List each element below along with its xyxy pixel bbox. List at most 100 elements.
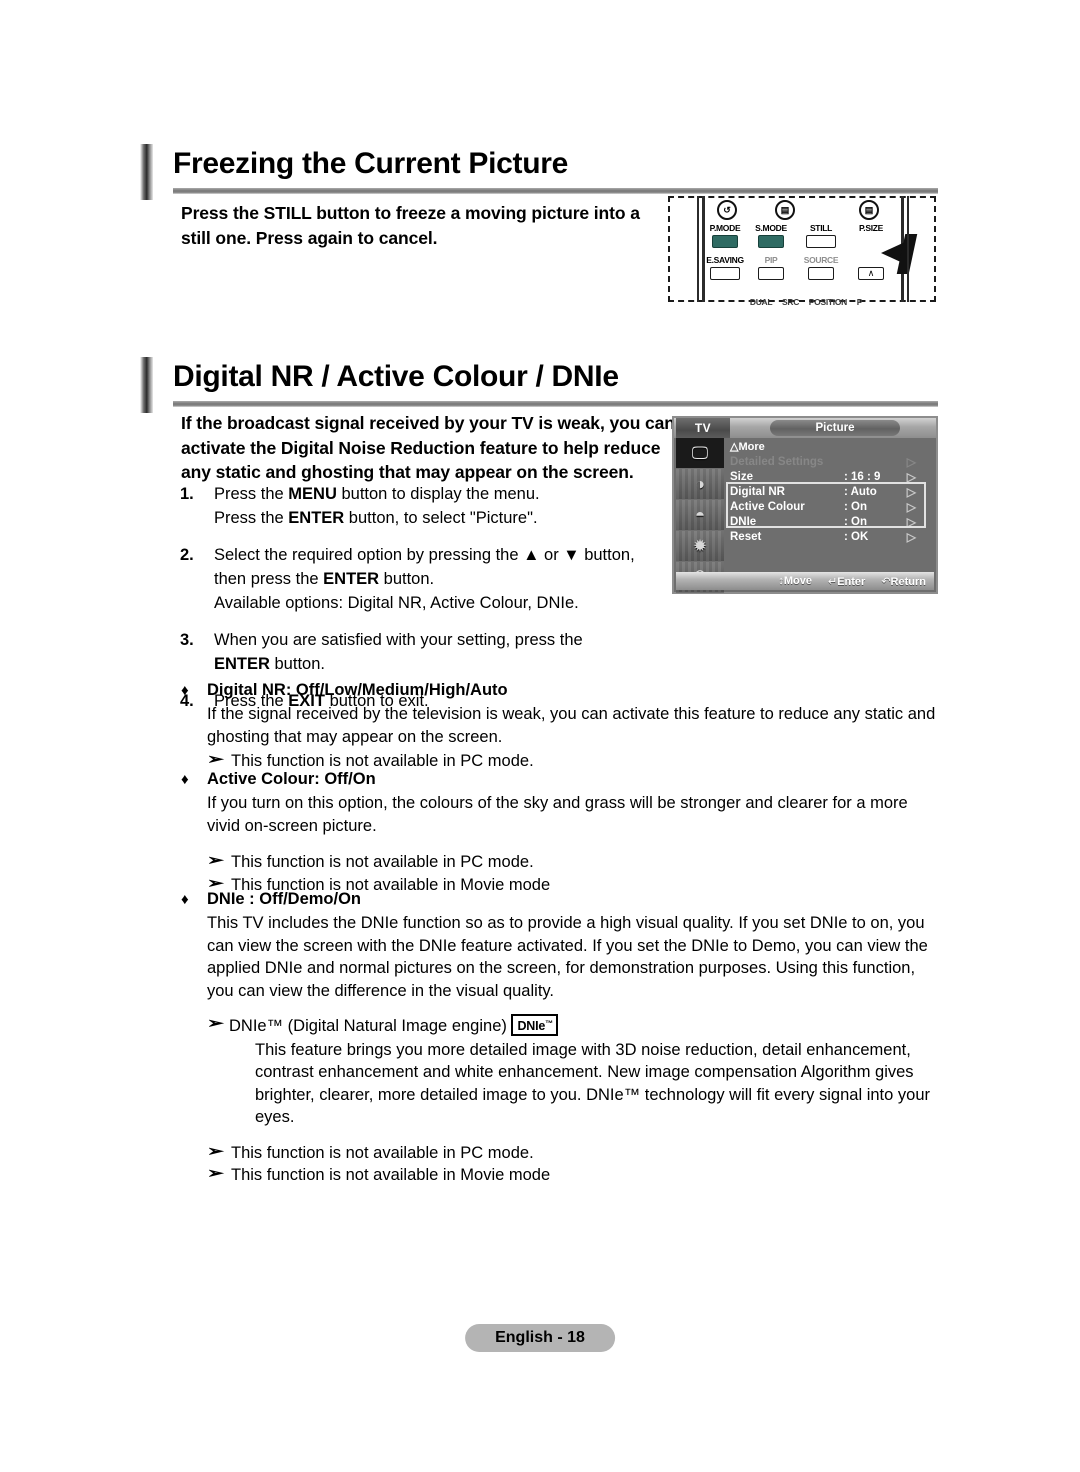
step-number: 2.	[180, 546, 194, 564]
page-title-freezing: Freezing the Current Picture	[173, 147, 569, 180]
osd-row-label: Active Colour	[730, 501, 805, 513]
page-title-digitalnr: Digital NR / Active Colour / DNIe	[173, 360, 619, 393]
dnie-badge-tm: ™	[545, 1019, 553, 1028]
heading-accent-bar	[140, 144, 153, 200]
arrow-note-icon: ➢	[207, 1015, 224, 1032]
step-1: 1. Press the MENU button to display the …	[180, 482, 680, 530]
remote-ghost-label: P	[856, 297, 863, 307]
chevron-right-icon: ▷	[906, 500, 916, 514]
note-text: This function is not available in PC mod…	[231, 853, 534, 871]
remote-key-still[interactable]	[806, 235, 836, 248]
dnie-logo-badge: DNIe™	[511, 1014, 558, 1036]
intro-line: any static and ghosting that may appear …	[181, 462, 634, 482]
heading-rule	[173, 401, 938, 407]
osd-row-value: : Auto	[844, 486, 877, 498]
pointer-cursor-tail-icon	[896, 234, 918, 274]
remote-label-still: STILL	[809, 223, 833, 233]
osd-footer-label: Enter	[837, 575, 866, 588]
bullet-heading: ♦ Digital NR: Off/Low/Medium/High/Auto	[181, 679, 941, 701]
intro-line: If the broadcast signal received by your…	[181, 413, 675, 433]
remote-key-smode[interactable]	[758, 235, 784, 248]
dnie-desc-line: eyes.	[255, 1108, 295, 1126]
step-line: Select the required option by pressing t…	[214, 546, 635, 564]
diamond-bullet-icon: ♦	[181, 771, 189, 788]
osd-row-dnie[interactable]: DNIe : On ▷	[726, 515, 934, 530]
arrow-note-icon: ➢	[207, 852, 224, 869]
step-line: When you are satisfied with your setting…	[214, 631, 583, 649]
bullet-body-line: ghosting that may appear on the screen.	[207, 727, 503, 746]
chevron-right-icon: ▷	[906, 455, 916, 469]
bullet-heading: ♦ Active Colour: Off/On	[181, 768, 941, 790]
note-text: This function is not available in PC mod…	[231, 1143, 534, 1162]
remote-key-pip[interactable]	[758, 267, 784, 280]
osd-row-label: Detailed Settings	[730, 456, 824, 468]
diamond-bullet-icon: ♦	[181, 682, 189, 699]
picture-icon: 🖵	[691, 443, 709, 463]
note-text: This function is not available in Movie …	[231, 1166, 551, 1184]
osd-row-reset[interactable]: Reset : OK ▷	[726, 530, 934, 545]
osd-row-active-colour[interactable]: Active Colour : On ▷	[726, 500, 934, 515]
note-item: ➢ This function is not available in Movi…	[207, 1164, 941, 1187]
osd-sidebar-item-channel[interactable]: ◓	[676, 500, 724, 531]
osd-footer-move: ↕Move	[778, 575, 812, 587]
remote-control-figure: ↺ ▤ ▤ P.MODE S.MODE STILL P.SIZE E.SAVIN…	[668, 196, 936, 307]
osd-sidebar-item-sound[interactable]: ◑	[676, 469, 724, 500]
osd-menu-title: Picture	[770, 420, 900, 436]
remote-key-esaving[interactable]	[710, 267, 740, 280]
intro-line: still one. Press again to cancel.	[181, 227, 438, 248]
tv-osd-menu-figure: TV Picture 🖵 ◑ ◓ ✹ ⚲ △More Detailed Sett…	[672, 416, 938, 594]
osd-sidebar-item-picture[interactable]: 🖵	[676, 438, 724, 469]
teletext-icon: ▤	[775, 200, 795, 220]
osd-menu-list: △More Detailed Settings ▷ Size : 16 : 9 …	[726, 440, 934, 545]
sound-icon: ◑	[694, 474, 706, 494]
chevron-right-icon: ▷	[906, 530, 916, 544]
osd-footer-bar: ↕Move ↵Enter ↶Return	[676, 572, 934, 590]
intro-line: activate the Digital Noise Reduction fea…	[181, 437, 661, 458]
bullet-body-line: can view the screen with the DNIe featur…	[207, 936, 928, 955]
step-line: Available options: Digital NR, Active Co…	[214, 594, 579, 612]
dnie-desc-line: contrast enhancement and white enhanceme…	[255, 1063, 914, 1081]
osd-more-label: △More	[730, 441, 765, 453]
intro-digitalnr: If the broadcast signal received by your…	[181, 411, 681, 485]
return-arrow-icon: ↶	[881, 575, 891, 588]
heading-rule	[173, 188, 938, 194]
step-line: Press the MENU button to display the men…	[214, 485, 540, 503]
step-line: Press the ENTER button, to select "Pictu…	[214, 509, 538, 527]
chevron-right-icon: ▷	[906, 485, 916, 499]
note-item: ➢ This function is not available in PC m…	[207, 1142, 941, 1165]
osd-row-value: : OK	[844, 531, 869, 543]
bullet-heading-text: Active Colour: Off/On	[207, 770, 376, 788]
osd-sidebar-item-setup[interactable]: ✹	[676, 531, 724, 562]
remote-key-up[interactable]: ∧	[858, 267, 884, 280]
list-icon: ▤	[859, 200, 879, 220]
step-2: 2. Select the required option by pressin…	[180, 543, 680, 615]
osd-row-label: Digital NR	[730, 486, 785, 498]
remote-body: ↺ ▤ ▤ P.MODE S.MODE STILL P.SIZE E.SAVIN…	[697, 196, 918, 307]
osd-row-digital-nr[interactable]: Digital NR : Auto ▷	[726, 485, 934, 500]
osd-row-value: : On	[844, 501, 867, 513]
note-item: ➢ This function is not available in PC m…	[207, 851, 941, 874]
bullet-section-active-colour: ♦ Active Colour: Off/On If you turn on t…	[181, 768, 941, 896]
enter-arrow-icon: ↵	[827, 575, 838, 588]
note-item: ➢ DNIe™ (Digital Natural Image engine) D…	[207, 1014, 941, 1038]
osd-row-value: : 16 : 9	[844, 471, 881, 483]
arrow-note-icon: ➢	[207, 1142, 224, 1160]
manual-page: Freezing the Current Picture Press the S…	[0, 0, 1080, 1472]
step-number: 3.	[180, 631, 194, 649]
remote-key-source[interactable]	[808, 267, 834, 280]
step-number: 1.	[180, 485, 194, 503]
osd-footer-label: Move	[783, 575, 812, 587]
osd-row-label: Reset	[730, 531, 762, 543]
remote-label-pip: PIP	[764, 255, 778, 265]
arrow-note-icon: ➢	[207, 1165, 224, 1182]
osd-tv-label: TV	[676, 418, 730, 438]
intro-line: Press the STILL button to freeze a movin…	[181, 203, 640, 223]
dnie-trademark-note: ➢ DNIe™ (Digital Natural Image engine) D…	[207, 1014, 941, 1038]
remote-key-pmode[interactable]	[712, 235, 738, 248]
bullet-body: If the signal received by the television…	[181, 703, 941, 773]
bullet-body-line: applied DNIe and normal pictures on the …	[207, 959, 916, 977]
page-footer-badge: English - 18	[465, 1324, 615, 1352]
osd-row-size[interactable]: Size : 16 : 9 ▷	[726, 470, 934, 485]
osd-row-detailed-settings[interactable]: Detailed Settings ▷	[726, 455, 934, 470]
remote-ghost-label: POSITION	[808, 297, 848, 307]
